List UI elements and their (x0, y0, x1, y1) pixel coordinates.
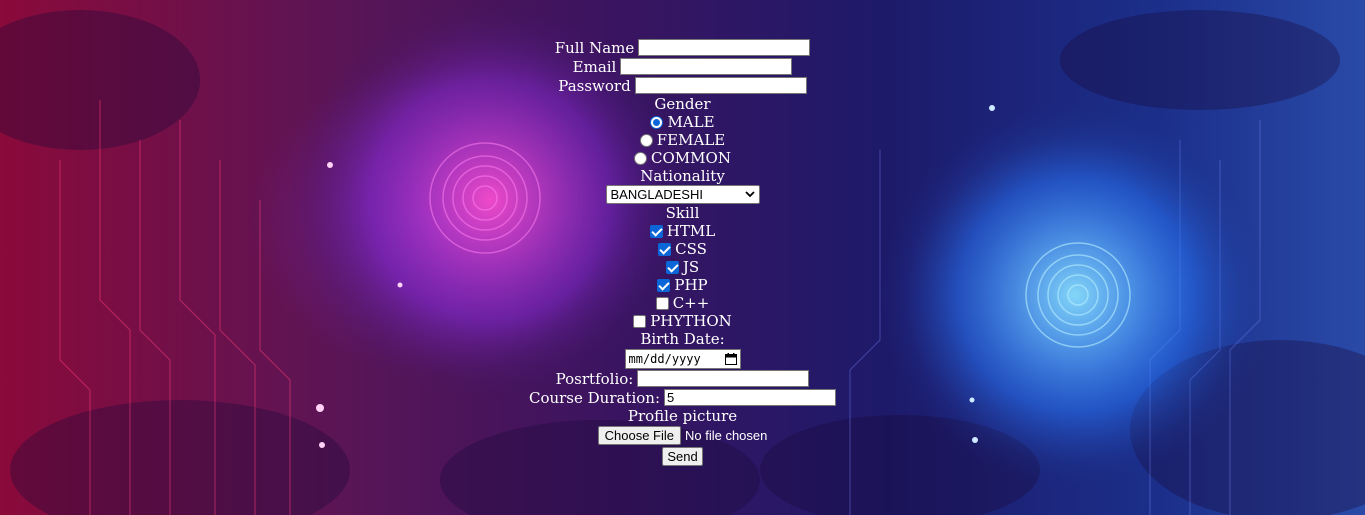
nationality-selected-value: BANGLADESHI (610, 186, 703, 202)
nationality-select-row: BANGLADESHI (0, 185, 1365, 204)
skill-label: Skill (665, 204, 700, 222)
skill-option-js[interactable]: JS (0, 258, 1365, 276)
full-name-label: Full Name (554, 38, 635, 57)
js-checkbox[interactable] (665, 260, 679, 274)
course-duration-row: Course Duration: (0, 388, 1365, 407)
choose-file-button[interactable]: Choose File (597, 426, 681, 445)
cpp-label: C++ (672, 294, 710, 312)
birth-date-input[interactable]: mm/dd/yyyy (624, 348, 741, 369)
skill-heading-row: Skill (0, 204, 1365, 222)
nationality-heading-row: Nationality (0, 167, 1365, 185)
common-radio[interactable] (634, 151, 648, 165)
cpp-checkbox[interactable] (655, 296, 669, 310)
profile-picture-heading-row: Profile picture (0, 407, 1365, 425)
full-name-row: Full Name (0, 38, 1365, 57)
js-label: JS (682, 258, 700, 276)
html-label: HTML (666, 222, 716, 240)
php-label: PHP (674, 276, 708, 294)
email-input[interactable] (620, 58, 793, 75)
course-duration-input[interactable] (664, 389, 837, 406)
full-name-input[interactable] (638, 39, 811, 56)
nationality-select[interactable]: BANGLADESHI (605, 185, 760, 204)
birth-date-placeholder: mm/dd/yyyy (628, 351, 701, 366)
gender-option-common[interactable]: COMMON (0, 149, 1365, 167)
php-checkbox[interactable] (657, 278, 671, 292)
skill-option-cpp[interactable]: C++ (0, 294, 1365, 312)
css-checkbox[interactable] (658, 242, 672, 256)
portfolio-input[interactable] (637, 370, 810, 387)
password-row: Password (0, 76, 1365, 95)
portfolio-row: Posrtfolio: (0, 369, 1365, 388)
file-status-text: No file chosen (684, 427, 768, 443)
birth-date-label: Birth Date: (640, 330, 725, 348)
calendar-icon[interactable] (724, 352, 737, 365)
portfolio-label: Posrtfolio: (555, 369, 634, 388)
password-input[interactable] (634, 77, 807, 94)
skill-option-css[interactable]: CSS (0, 240, 1365, 258)
nationality-label: Nationality (640, 167, 725, 185)
html-checkbox[interactable] (649, 224, 663, 238)
skill-option-php[interactable]: PHP (0, 276, 1365, 294)
profile-picture-row: Choose File No file chosen (0, 425, 1365, 446)
send-button[interactable]: Send (662, 447, 703, 466)
send-row: Send (0, 446, 1365, 467)
birth-date-heading-row: Birth Date: (0, 330, 1365, 348)
gender-label: Gender (654, 95, 711, 113)
male-radio[interactable] (650, 115, 664, 129)
skill-option-python[interactable]: PHYTHON (0, 312, 1365, 330)
gender-option-female[interactable]: FEMALE (0, 131, 1365, 149)
female-label: FEMALE (656, 131, 726, 149)
gender-option-male[interactable]: MALE (0, 113, 1365, 131)
python-label: PHYTHON (650, 312, 732, 330)
css-label: CSS (675, 240, 707, 258)
female-radio[interactable] (639, 133, 653, 147)
registration-form: Full Name Email Password Gender MALE FEM… (0, 38, 1365, 467)
course-duration-label: Course Duration: (528, 388, 661, 407)
common-label: COMMON (651, 149, 731, 167)
male-label: MALE (667, 113, 715, 131)
gender-heading-row: Gender (0, 95, 1365, 113)
profile-picture-label: Profile picture (627, 407, 738, 425)
skill-option-html[interactable]: HTML (0, 222, 1365, 240)
chevron-down-icon (744, 191, 755, 198)
python-checkbox[interactable] (633, 314, 647, 328)
password-label: Password (558, 76, 631, 95)
email-row: Email (0, 57, 1365, 76)
email-label: Email (572, 57, 617, 76)
birth-date-row: mm/dd/yyyy (0, 348, 1365, 369)
